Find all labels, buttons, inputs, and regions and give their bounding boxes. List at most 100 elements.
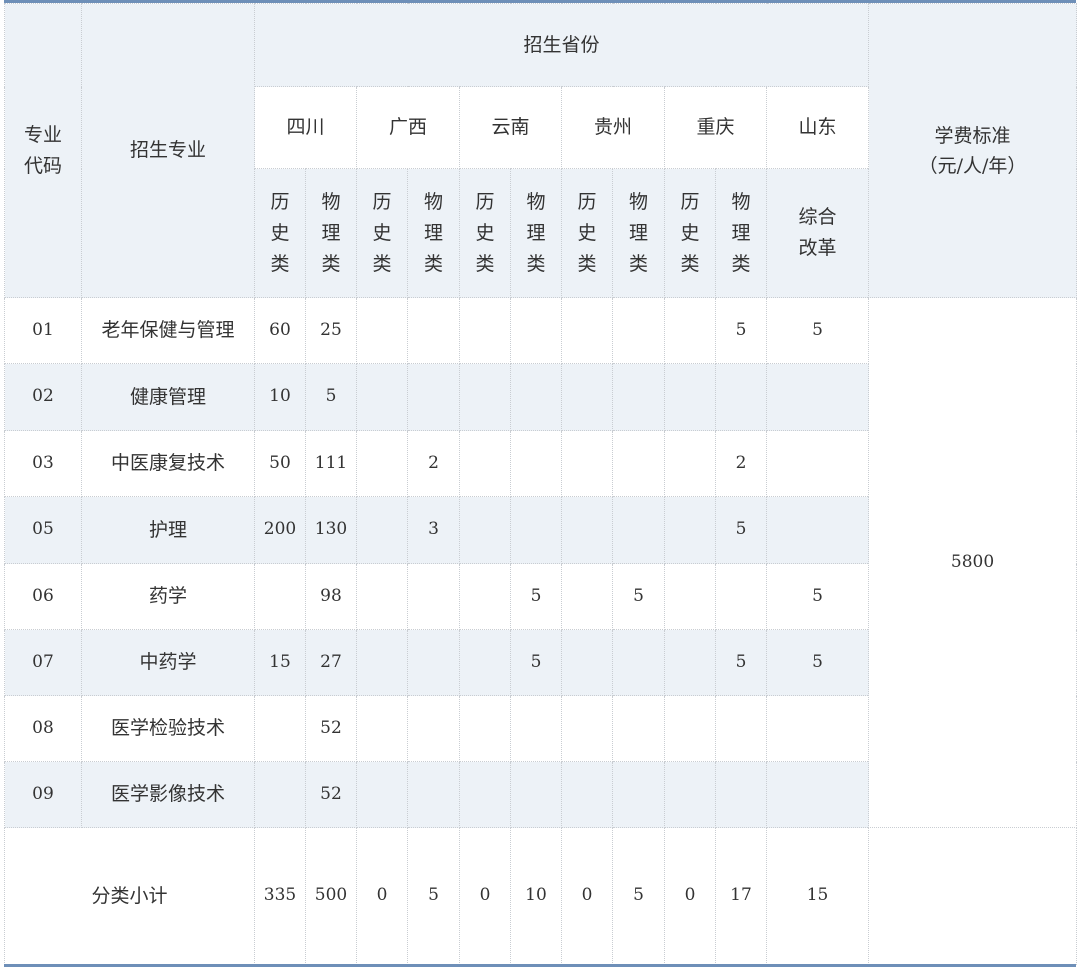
subtotal-tuition-empty [868, 827, 1078, 965]
enrollment-table: 专业代码 招生专业 招生省份 学费标准 （元/人/年） 四川 广西 云南 贵州 … [4, 3, 1078, 965]
count-cell [459, 761, 511, 828]
count-cell [356, 297, 408, 364]
count-cell: 5 [765, 629, 870, 696]
major-name: 医学影像技术 [81, 761, 255, 828]
count-cell: 5 [612, 563, 665, 630]
count-cell [510, 695, 562, 762]
header-province-group: 招生省份 [253, 3, 870, 87]
count-cell [510, 496, 562, 564]
count-cell: 15 [254, 629, 306, 696]
count-cell: 27 [305, 629, 357, 696]
major-code: 05 [4, 496, 82, 564]
count-cell [459, 297, 511, 364]
track-header: 物理类 [715, 168, 767, 298]
province-chongqing: 重庆 [664, 86, 767, 169]
subtotal-cell: 15 [765, 827, 870, 965]
major-name: 药学 [81, 563, 255, 630]
count-cell: 5 [715, 297, 767, 364]
count-cell [356, 430, 408, 497]
count-cell [664, 629, 716, 696]
count-cell [459, 695, 511, 762]
count-cell: 2 [715, 430, 767, 497]
count-cell: 5 [765, 297, 870, 364]
count-cell [715, 363, 767, 431]
count-cell [254, 695, 306, 762]
count-cell [561, 297, 613, 364]
count-cell [612, 363, 665, 431]
count-cell [664, 363, 716, 431]
major-code: 06 [4, 563, 82, 630]
count-cell [612, 695, 665, 762]
track-header: 历史类 [254, 168, 306, 298]
count-cell [561, 430, 613, 497]
count-cell [612, 496, 665, 564]
count-cell: 111 [305, 430, 357, 497]
track-header: 历史类 [664, 168, 716, 298]
major-code: 07 [4, 629, 82, 696]
count-cell [715, 563, 767, 630]
subtotal-cell: 5 [407, 827, 460, 965]
count-cell [356, 695, 408, 762]
track-header: 历史类 [561, 168, 613, 298]
major-name: 中医康复技术 [81, 430, 255, 497]
count-cell [561, 695, 613, 762]
header-major: 招生专业 [81, 3, 255, 298]
count-cell [356, 563, 408, 630]
tuition-value: 5800 [868, 297, 1078, 828]
header-code: 专业代码 [4, 3, 82, 298]
subtotal-label: 分类小计 [4, 827, 255, 965]
count-cell: 5 [765, 563, 870, 630]
subtotal-cell: 10 [510, 827, 562, 965]
count-cell [612, 629, 665, 696]
count-cell [664, 496, 716, 564]
count-cell [765, 496, 870, 564]
subtotal-cell: 5 [612, 827, 665, 965]
count-cell [407, 695, 460, 762]
province-sichuan: 四川 [254, 86, 357, 169]
major-code: 01 [4, 297, 82, 364]
count-cell: 3 [407, 496, 460, 564]
count-cell: 60 [254, 297, 306, 364]
count-cell [356, 496, 408, 564]
major-code: 09 [4, 761, 82, 828]
count-cell: 2 [407, 430, 460, 497]
subtotal-cell: 0 [561, 827, 613, 965]
major-name: 护理 [81, 496, 255, 564]
table-row: 01 老年保健与管理 60 25 5 5 5800 [4, 297, 1078, 828]
count-cell [612, 430, 665, 497]
count-cell [664, 297, 716, 364]
count-cell [765, 761, 870, 828]
count-cell: 52 [305, 695, 357, 762]
track-header: 物理类 [407, 168, 460, 298]
subtotal-cell: 0 [664, 827, 716, 965]
major-name: 健康管理 [81, 363, 255, 431]
count-cell [459, 430, 511, 497]
count-cell: 200 [254, 496, 306, 564]
count-cell [254, 761, 306, 828]
track-header: 物理类 [305, 168, 357, 298]
count-cell [407, 563, 460, 630]
count-cell [407, 761, 460, 828]
count-cell [407, 297, 460, 364]
count-cell [612, 761, 665, 828]
count-cell [612, 297, 665, 364]
subtotal-row: 分类小计 335 500 0 5 0 10 0 5 0 17 15 [4, 827, 1078, 965]
count-cell [459, 629, 511, 696]
count-cell: 5 [715, 629, 767, 696]
count-cell [765, 430, 870, 497]
count-cell [510, 761, 562, 828]
subtotal-cell: 335 [254, 827, 306, 965]
count-cell [664, 430, 716, 497]
major-code: 03 [4, 430, 82, 497]
count-cell [459, 363, 511, 431]
count-cell [407, 363, 460, 431]
count-cell [254, 563, 306, 630]
count-cell [459, 496, 511, 564]
major-name: 医学检验技术 [81, 695, 255, 762]
track-header: 历史类 [459, 168, 511, 298]
count-cell [510, 363, 562, 431]
track-header: 物理类 [510, 168, 562, 298]
count-cell: 52 [305, 761, 357, 828]
subtotal-cell: 17 [715, 827, 767, 965]
track-header: 综合改革 [765, 168, 870, 298]
